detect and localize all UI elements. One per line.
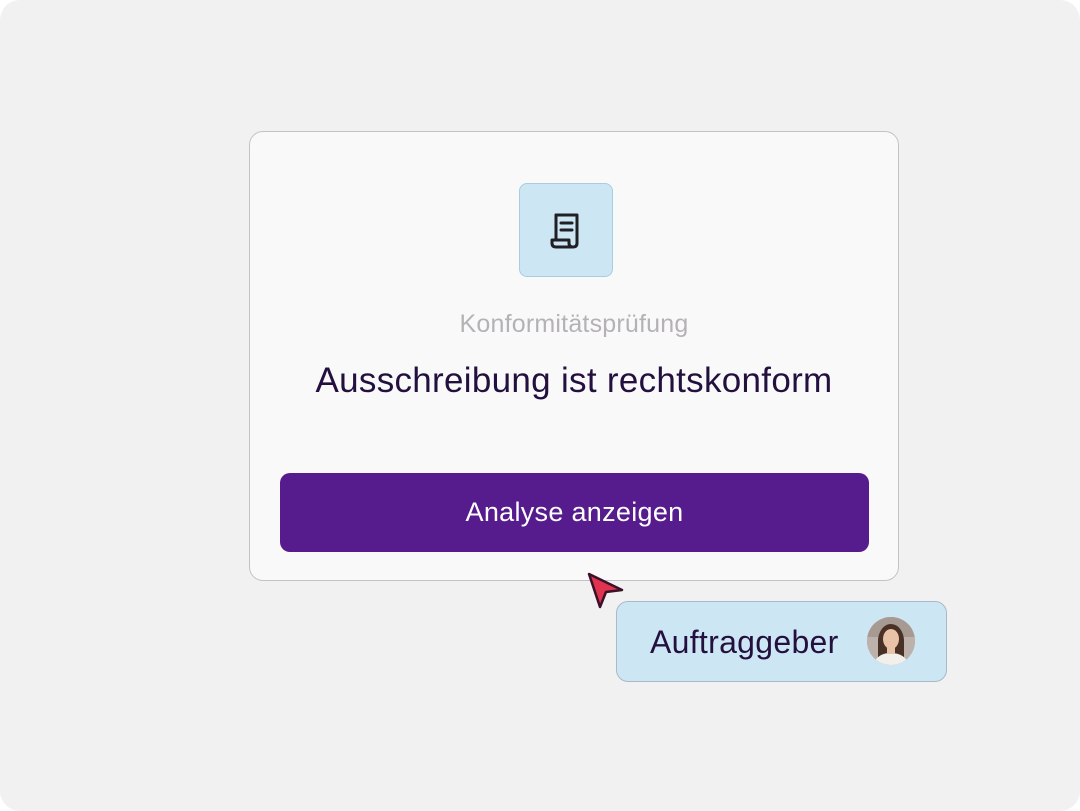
avatar-image <box>867 617 915 665</box>
card-headline: Ausschreibung ist rechtskonform <box>315 361 833 400</box>
canvas: Konformitätsprüfung Ausschreibung ist re… <box>0 0 1080 811</box>
user-tag: Auftraggeber <box>616 601 947 682</box>
icon-tile <box>519 183 613 277</box>
show-analysis-button[interactable]: Analyse anzeigen <box>280 473 869 552</box>
avatar <box>867 617 915 665</box>
user-role-label: Auftraggeber <box>650 624 839 660</box>
card-subtitle: Konformitätsprüfung <box>459 310 689 338</box>
document-scroll-icon <box>550 213 579 249</box>
compliance-card: Konformitätsprüfung Ausschreibung ist re… <box>249 131 899 581</box>
